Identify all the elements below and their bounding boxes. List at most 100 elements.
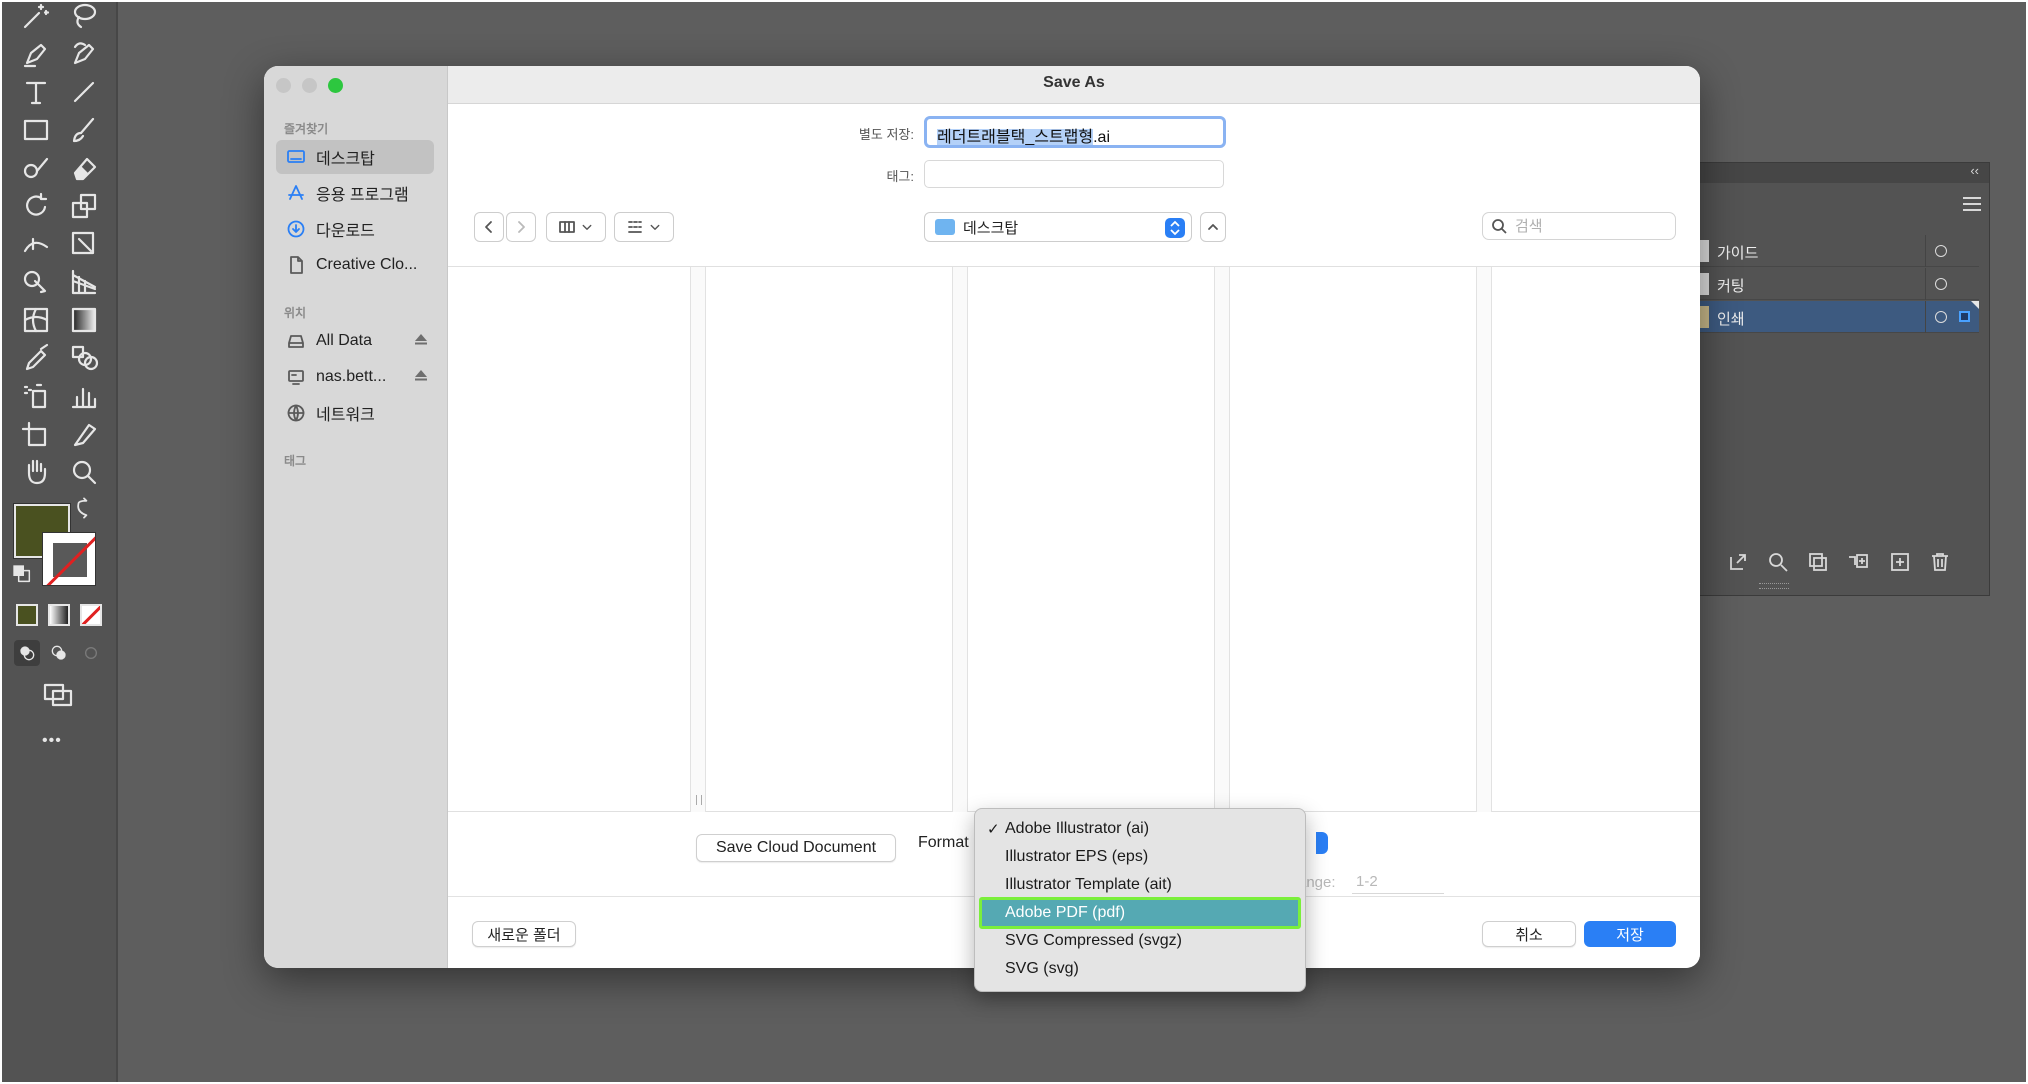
draw-behind-icon[interactable] (46, 640, 72, 666)
draw-normal-icon[interactable] (14, 640, 40, 666)
sidebar-item-network[interactable]: 네트워크 (276, 396, 434, 430)
curvature-icon[interactable] (64, 36, 104, 72)
sidebar-item-creative-cloud[interactable]: Creative Clo... (276, 248, 434, 282)
lasso-icon[interactable] (64, 2, 104, 34)
collapse-panel-icon[interactable]: ‹‹ (1970, 163, 1979, 178)
column-divider[interactable] (1214, 267, 1230, 813)
menu-item-pdf[interactable]: Adobe PDF (pdf) (979, 897, 1301, 929)
stroke-color-swatch[interactable] (42, 532, 96, 586)
sidebar-item-desktop[interactable]: 데스크탑 (276, 140, 434, 174)
delete-layer-icon[interactable] (1929, 551, 1953, 575)
eject-icon[interactable] (414, 368, 428, 382)
layer-row[interactable]: 가이드 (1699, 235, 1979, 267)
panel-resize-grip[interactable] (1759, 583, 1789, 589)
layer-thumbnail (1699, 240, 1709, 262)
slice-icon[interactable] (64, 416, 104, 452)
blend-icon[interactable] (64, 340, 104, 376)
menu-item-svgz[interactable]: SVG Compressed (svgz) (979, 927, 1301, 955)
menu-item-ait[interactable]: Illustrator Template (ait) (979, 871, 1301, 899)
menu-item-label: SVG Compressed (svgz) (1005, 932, 1182, 949)
hand-icon[interactable] (16, 454, 56, 490)
back-button[interactable] (474, 212, 504, 242)
range-input[interactable]: 1-2 (1352, 870, 1444, 894)
sidebar-item-all-data[interactable]: All Data (276, 324, 434, 358)
eyedropper-icon[interactable] (16, 340, 56, 376)
save-button[interactable]: 저장 (1584, 921, 1676, 947)
menu-item-eps[interactable]: Illustrator EPS (eps) (979, 843, 1301, 871)
sidebar-item-nas[interactable]: nas.bett... (276, 360, 434, 394)
symbol-sprayer-icon[interactable] (16, 378, 56, 414)
swap-fill-stroke-icon[interactable] (72, 496, 96, 520)
scale-icon[interactable] (64, 188, 104, 224)
mesh-icon[interactable] (16, 302, 56, 338)
gradient-mode-icon[interactable] (48, 604, 70, 626)
layer-target-icon[interactable] (1935, 311, 1947, 323)
file-browser[interactable] (448, 266, 1700, 813)
artboard-icon[interactable] (16, 416, 56, 452)
close-window-button[interactable] (276, 78, 291, 93)
gradient-icon[interactable] (64, 302, 104, 338)
new-layer-icon[interactable] (1889, 551, 1913, 575)
save-cloud-document-button[interactable]: Save Cloud Document (696, 834, 896, 862)
layer-target-icon[interactable] (1935, 245, 1947, 257)
layer-target-icon[interactable] (1935, 278, 1947, 290)
cancel-button[interactable]: 취소 (1482, 921, 1576, 947)
new-sublayer-icon[interactable] (1847, 551, 1871, 575)
search-input[interactable] (1515, 217, 1665, 235)
group-by-button[interactable] (614, 212, 674, 242)
draw-inside-icon[interactable] (78, 640, 104, 666)
checkmark-icon: ✓ (987, 821, 1000, 838)
type-icon[interactable] (16, 74, 56, 110)
new-folder-button[interactable]: 새로운 폴더 (472, 921, 576, 947)
rotate-icon[interactable] (16, 188, 56, 224)
paintbrush-icon[interactable] (64, 112, 104, 148)
filename-input[interactable]: 레더트래블택_스트랩형.ai (924, 116, 1226, 148)
screen-mode-icon[interactable] (38, 678, 78, 714)
format-popup-button[interactable] (1316, 832, 1328, 854)
eraser-icon[interactable] (64, 150, 104, 186)
menu-item-label: Illustrator Template (ait) (1005, 876, 1172, 893)
zoom-window-button[interactable] (328, 78, 343, 93)
format-dropdown-menu: ✓ Adobe Illustrator (ai) Illustrator EPS … (974, 808, 1306, 992)
column-divider[interactable] (952, 267, 968, 813)
forward-button[interactable] (506, 212, 536, 242)
tags-input[interactable] (924, 160, 1224, 188)
magic-wand-icon[interactable] (16, 2, 56, 34)
layer-row[interactable]: 커팅 (1699, 268, 1979, 300)
zoom-icon[interactable] (64, 454, 104, 490)
menu-item-svg[interactable]: SVG (svg) (979, 955, 1301, 983)
eject-icon[interactable] (414, 332, 428, 346)
expand-collapse-button[interactable] (1200, 212, 1226, 242)
free-transform-icon[interactable] (64, 226, 104, 262)
clipping-mask-icon[interactable] (1807, 551, 1831, 575)
more-tools-button[interactable]: ••• (42, 732, 62, 750)
column-graph-icon[interactable] (64, 378, 104, 414)
width-icon[interactable] (16, 226, 56, 262)
line-segment-icon[interactable] (64, 74, 104, 110)
column-divider[interactable] (1476, 267, 1492, 813)
locate-object-icon[interactable] (1767, 551, 1791, 575)
none-mode-icon[interactable] (80, 604, 102, 626)
color-mode-icon[interactable] (16, 604, 38, 626)
minimize-window-button[interactable] (302, 78, 317, 93)
pen-icon[interactable] (16, 36, 56, 72)
panel-menu-icon[interactable] (1963, 197, 1981, 211)
export-icon[interactable] (1727, 551, 1751, 575)
rectangle-icon[interactable] (16, 112, 56, 148)
column-resize-handle[interactable] (696, 795, 702, 805)
default-colors-icon[interactable] (12, 564, 32, 584)
shaper-icon[interactable] (16, 150, 56, 186)
sidebar-item-applications[interactable]: 응용 프로그램 (276, 176, 434, 210)
tools-panel: ••• (2, 2, 118, 1082)
shape-builder-icon[interactable] (16, 264, 56, 300)
layer-row-selected[interactable]: 인쇄 (1699, 301, 1979, 333)
layer-selection-indicator[interactable] (1959, 311, 1970, 322)
search-field[interactable] (1482, 212, 1676, 240)
sidebar-item-downloads[interactable]: 다운로드 (276, 212, 434, 246)
column-view-button[interactable] (546, 212, 606, 242)
column-divider[interactable] (690, 267, 706, 813)
menu-item-ai[interactable]: ✓ Adobe Illustrator (ai) (979, 815, 1301, 843)
format-label: Format (918, 834, 969, 851)
perspective-grid-icon[interactable] (64, 264, 104, 300)
location-popup[interactable]: 데스크탑 (924, 212, 1192, 242)
